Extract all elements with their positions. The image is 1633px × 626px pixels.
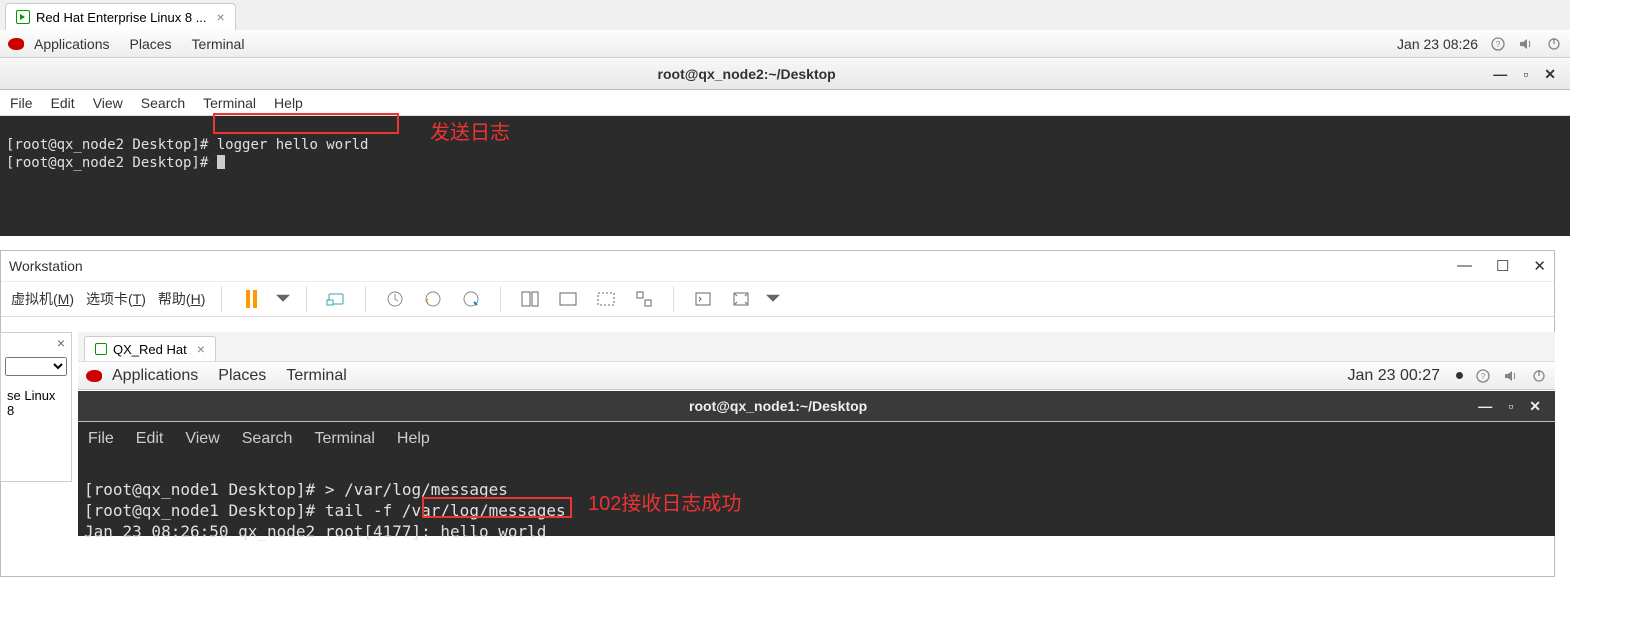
ws-snapshot-revert-button[interactable] <box>420 286 446 312</box>
menu-view[interactable]: View <box>93 95 123 111</box>
menu-edit[interactable]: Edit <box>51 95 75 111</box>
prompt-line1: [root@qx_node2 Desktop]# logger hello wo… <box>6 137 368 153</box>
ws-inner-tabs: QX_Red Hat × <box>78 332 1555 362</box>
vm-tab-bar: Red Hat Enterprise Linux 8 ... × <box>0 0 1570 30</box>
accessibility-icon[interactable]: ? <box>1475 368 1491 384</box>
window-minimize-button[interactable]: — <box>1493 66 1507 83</box>
ws-inner-tab-qxredhat[interactable]: QX_Red Hat × <box>84 336 216 361</box>
clock-dot-icon <box>1456 372 1463 379</box>
window-close-button[interactable]: ✕ <box>1529 398 1541 415</box>
prompt-line2: [root@qx_node2 Desktop]# <box>6 155 217 171</box>
ws-maximize-button[interactable]: ☐ <box>1496 257 1509 275</box>
ws-fit-guest-button[interactable] <box>517 286 543 312</box>
ws-unity-button[interactable] <box>631 286 657 312</box>
ws-fullscreen-dropdown[interactable] <box>766 286 780 312</box>
svg-text:?: ? <box>1496 40 1501 49</box>
ws-send-ctrlaltdel-button[interactable] <box>323 286 349 312</box>
ws-snapshot-button[interactable] <box>382 286 408 312</box>
power-icon[interactable] <box>1546 36 1562 52</box>
terminal-cursor <box>217 155 225 169</box>
menu-view[interactable]: View <box>185 430 219 448</box>
library-close-icon[interactable]: × <box>1 333 71 353</box>
menu-file[interactable]: File <box>88 430 114 448</box>
window-minimize-button[interactable]: — <box>1478 398 1492 415</box>
inner-tab-label: QX_Red Hat <box>113 342 187 357</box>
ws-pause-button[interactable] <box>238 286 264 312</box>
workstation-titlebar: Workstation — ☐ ✕ <box>1 251 1554 281</box>
gnome-clock[interactable]: Jan 23 08:26 <box>1397 36 1478 52</box>
library-filter-dropdown[interactable] <box>5 357 67 376</box>
redhat-logo-icon <box>86 370 102 382</box>
vm-running-icon <box>95 343 107 355</box>
menu-search[interactable]: Search <box>242 430 293 448</box>
workstation-title: Workstation <box>9 258 83 274</box>
ws-minimize-button[interactable]: — <box>1457 257 1472 275</box>
annotation-box-recv <box>422 497 572 518</box>
tab-close-icon[interactable]: × <box>217 9 225 25</box>
window-maximize-button[interactable]: ▫ <box>1508 398 1513 415</box>
accessibility-icon[interactable]: ? <box>1490 36 1506 52</box>
gnome-places-menu[interactable]: Places <box>218 367 266 385</box>
menu-help[interactable]: Help <box>397 430 430 448</box>
ws-snapshot-manager-button[interactable] <box>458 286 484 312</box>
terminal-title: root@qx_node1:~/Desktop <box>78 398 1478 414</box>
gnome-places-menu[interactable]: Places <box>130 36 172 52</box>
terminal-titlebar-node2: root@qx_node2:~/Desktop — ▫ ✕ <box>0 58 1570 90</box>
ws-console-button[interactable] <box>690 286 716 312</box>
terminal-title: root@qx_node2:~/Desktop <box>0 66 1493 82</box>
terminal-body-node2[interactable]: [root@qx_node2 Desktop]# logger hello wo… <box>0 116 1570 236</box>
ws-menu-help[interactable]: 帮助(H) <box>158 289 205 309</box>
workstation-menubar: 虚拟机(M) 选项卡(T) 帮助(H) <box>1 281 1554 317</box>
gnome-applications-menu[interactable]: Applications <box>112 367 198 385</box>
menu-help[interactable]: Help <box>274 95 303 111</box>
ws-close-button[interactable]: ✕ <box>1533 257 1546 275</box>
inner-tab-close-icon[interactable]: × <box>197 341 205 357</box>
power-icon[interactable] <box>1531 368 1547 384</box>
term-line3: Jan 23 08:26:50 qx_node2 root[4177]: hel… <box>84 522 556 541</box>
annotation-text-send: 发送日志 <box>430 124 510 142</box>
volume-icon[interactable] <box>1503 368 1519 384</box>
redhat-logo-icon <box>8 38 24 50</box>
annotation-box-send <box>213 113 399 134</box>
vm-tab-rhel8[interactable]: Red Hat Enterprise Linux 8 ... × <box>5 3 236 30</box>
gnome-terminal-menu[interactable]: Terminal <box>286 367 346 385</box>
menu-search[interactable]: Search <box>141 95 185 111</box>
gnome-applications-menu[interactable]: Applications <box>34 36 110 52</box>
terminal-body-node1[interactable]: [root@qx_node1 Desktop]# > /var/log/mess… <box>78 456 1555 536</box>
ws-menu-vm[interactable]: 虚拟机(M) <box>11 289 74 309</box>
vm-running-icon <box>16 10 30 24</box>
menu-file[interactable]: File <box>10 95 33 111</box>
vm-tab-label: Red Hat Enterprise Linux 8 ... <box>36 10 207 25</box>
terminal-titlebar-node1: root@qx_node1:~/Desktop — ▫ ✕ <box>78 390 1555 422</box>
terminal-menubar-node1: File Edit View Search Terminal Help <box>78 422 1555 456</box>
gnome-clock[interactable]: Jan 23 00:27 <box>1347 367 1440 385</box>
ws-fullscreen-button[interactable] <box>728 286 754 312</box>
gnome-top-panel-node1: Applications Places Terminal Jan 23 00:2… <box>78 362 1555 390</box>
ws-menu-tabs[interactable]: 选项卡(T) <box>86 289 146 309</box>
volume-icon[interactable] <box>1518 36 1534 52</box>
svg-text:?: ? <box>1481 372 1486 381</box>
annotation-text-recv: 102接收日志成功 <box>588 494 741 515</box>
menu-edit[interactable]: Edit <box>136 430 164 448</box>
menu-terminal[interactable]: Terminal <box>314 430 374 448</box>
gnome-top-panel-node2: Applications Places Terminal Jan 23 08:2… <box>0 30 1570 58</box>
ws-library-panel: × se Linux 8 <box>0 332 72 482</box>
window-close-button[interactable]: ✕ <box>1544 66 1556 83</box>
library-item-rhel8[interactable]: se Linux 8 <box>1 380 71 426</box>
ws-pause-dropdown[interactable] <box>276 286 290 312</box>
gnome-terminal-menu[interactable]: Terminal <box>192 36 245 52</box>
menu-terminal[interactable]: Terminal <box>203 95 256 111</box>
ws-stretch-button[interactable] <box>593 286 619 312</box>
ws-fit-window-button[interactable] <box>555 286 581 312</box>
window-maximize-button[interactable]: ▫ <box>1523 66 1528 83</box>
